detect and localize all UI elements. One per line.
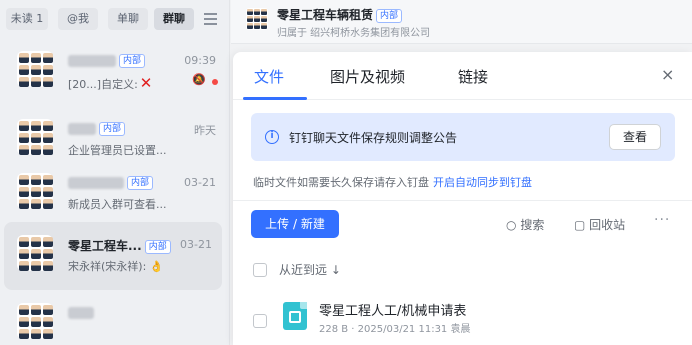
conversation-item[interactable]: 内部 09:39 [20...]自定义: ✕ 🔕: [0, 38, 230, 106]
group-avatar: [17, 119, 53, 155]
conversation-list: 未读 1 @我 单聊 群聊 内部 09:39 [20...]自定义: ✕ 🔕 内…: [0, 0, 230, 345]
view-notice-button[interactable]: 查看: [609, 124, 661, 150]
search-button[interactable]: ○ 搜索: [506, 216, 544, 233]
panel-tabs: 文件 图片及视频 链接 ×: [233, 52, 692, 100]
group-avatar: [17, 51, 53, 87]
redacted-name: [68, 176, 124, 189]
conversation-item[interactable]: 内部 03-21 新成员入群可查看...: [0, 160, 230, 228]
conversation-time: 09:39: [184, 54, 216, 67]
upload-new-button[interactable]: 上传 / 新建: [251, 210, 339, 238]
internal-badge: 内部: [119, 53, 146, 68]
conversation-preview: 新成员入群可查看...: [68, 198, 167, 211]
file-meta: 228 B · 2025/03/21 11:31 袁晨: [319, 324, 471, 335]
mute-bell-icon: 🔕: [192, 73, 206, 86]
conversation-name: [68, 305, 94, 319]
spreadsheet-file-icon: [283, 302, 307, 330]
filter-mentions[interactable]: @我: [58, 8, 98, 30]
divider: [233, 200, 692, 201]
conversation-name: 零星工程车... 内部: [68, 237, 171, 254]
notice-text: 钉钉聊天文件保存规则调整公告: [289, 131, 458, 145]
auto-sync-link[interactable]: 开启自动同步到钉盘: [433, 176, 532, 189]
group-avatar: [17, 303, 53, 339]
close-icon[interactable]: ×: [661, 65, 674, 84]
file-checkbox[interactable]: [253, 314, 267, 328]
ok-hand-icon: 👌: [149, 260, 164, 273]
info-icon: i: [265, 130, 279, 144]
conversation-time: 03-21: [184, 176, 216, 189]
redacted-name: [68, 122, 96, 135]
conversation-preview: 企业管理员已设置...: [68, 144, 167, 157]
file-name[interactable]: 零星工程人工/机械申请表: [319, 300, 466, 319]
chat-title[interactable]: 零星工程车辆租赁 内部: [277, 6, 403, 23]
file-panel: 文件 图片及视频 链接 × i 钉钉聊天文件保存规则调整公告 查看 临时文件如需…: [233, 52, 692, 345]
conversation-time: 03-21: [180, 238, 212, 251]
trash-icon: ▢: [574, 218, 586, 232]
sort-order-toggle[interactable]: 从近到远 ↓: [279, 261, 341, 278]
conversation-item[interactable]: [0, 290, 230, 345]
conversation-name: 内部: [68, 121, 126, 136]
tab-media[interactable]: 图片及视频: [330, 66, 405, 87]
chat-subtitle: 归属于 绍兴柯桥水务集团有限公司: [277, 28, 431, 39]
conversation-time: 昨天: [194, 124, 216, 137]
filter-unread[interactable]: 未读 1: [6, 8, 48, 30]
search-icon: ○: [506, 218, 517, 232]
notice-banner: i 钉钉聊天文件保存规则调整公告 查看: [251, 113, 675, 161]
redacted-name: [68, 54, 116, 67]
internal-badge: 内部: [376, 8, 403, 23]
active-tab-indicator: [243, 97, 307, 100]
tab-files[interactable]: 文件: [254, 66, 284, 87]
filter-groups[interactable]: 群聊: [154, 8, 194, 30]
tab-links[interactable]: 链接: [458, 66, 488, 87]
recycle-bin-button[interactable]: ▢ 回收站: [574, 216, 625, 233]
internal-badge: 内部: [127, 175, 154, 190]
menu-icon[interactable]: [201, 8, 221, 30]
internal-badge: 内部: [144, 239, 171, 254]
group-avatar: [17, 173, 53, 209]
chat-header: 零星工程车辆租赁 内部 归属于 绍兴柯桥水务集团有限公司: [231, 0, 692, 44]
select-all-checkbox[interactable]: [253, 263, 267, 277]
group-avatar: [246, 8, 268, 30]
conversation-name: 内部: [68, 53, 146, 68]
unread-dot: [212, 79, 218, 85]
cross-mark-icon: ✕: [139, 74, 153, 92]
app-window: 未读 1 @我 单聊 群聊 内部 09:39 [20...]自定义: ✕ 🔕 内…: [0, 0, 692, 345]
conversation-preview: 宋永祥(宋永祥): 👌: [68, 260, 164, 273]
conversation-preview: [20...]自定义: ✕: [68, 74, 153, 92]
redacted-name: [68, 306, 94, 319]
group-avatar: [17, 235, 53, 271]
internal-badge: 内部: [99, 121, 126, 136]
conversation-item-selected[interactable]: 零星工程车... 内部 03-21 宋永祥(宋永祥): 👌: [4, 222, 222, 290]
more-icon[interactable]: ···: [654, 212, 670, 228]
filter-direct[interactable]: 单聊: [108, 8, 148, 30]
filter-bar: 未读 1 @我 单聊 群聊: [0, 0, 230, 38]
temp-file-note: 临时文件如需要长久保存请存入钉盘 开启自动同步到钉盘: [253, 176, 532, 189]
conversation-name: 内部: [68, 175, 154, 190]
